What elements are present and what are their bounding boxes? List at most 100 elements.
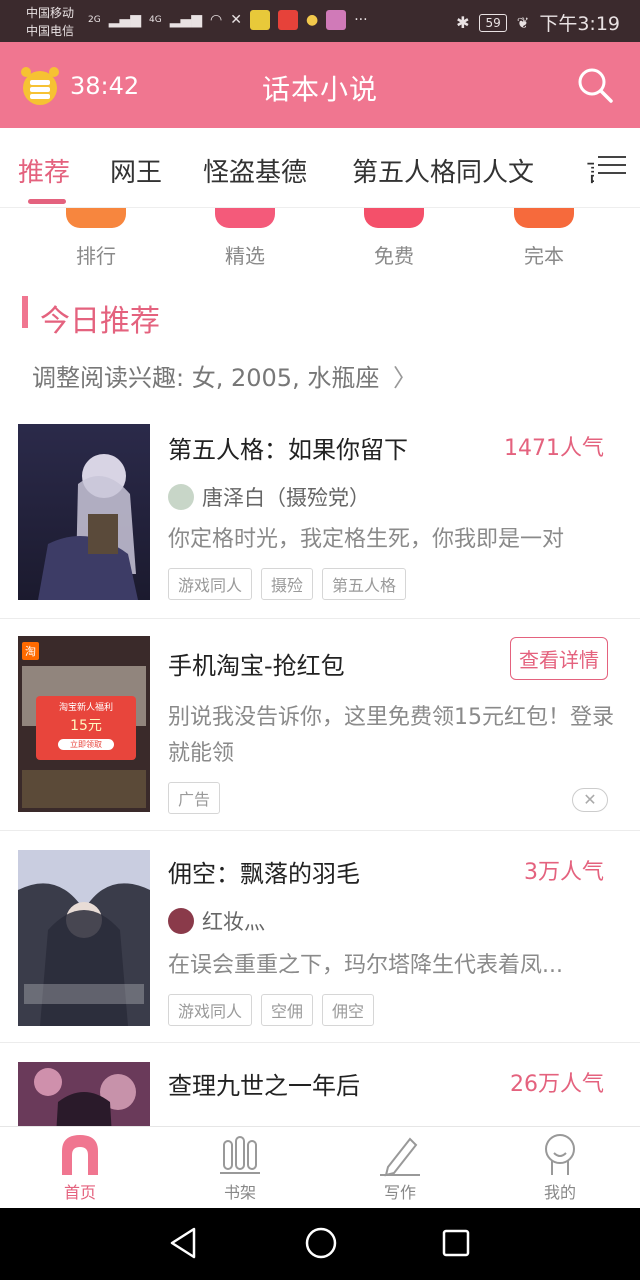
ad-cover[interactable]: 淘 淘宝新人福利 15元 立即领取 <box>18 636 150 812</box>
nav-label: 书架 <box>223 1183 256 1202</box>
ranking-icon <box>66 208 126 228</box>
book-tag[interactable]: 第五人格 <box>322 568 407 600</box>
book-tag[interactable]: 游戏同人 <box>168 994 253 1026</box>
book-description: 在误会重重之下，玛尔塔降生代表着凤... <box>168 953 563 978</box>
shortcut-ranking[interactable]: 排行 <box>36 208 156 269</box>
bluetooth-icon: ✱ <box>456 13 470 32</box>
profile-icon <box>545 1134 575 1175</box>
app-notification-icon <box>249 10 270 30</box>
tab-recommend[interactable]: 推荐 <box>18 152 70 189</box>
nav-bookshelf[interactable]: 书架 <box>160 1133 320 1203</box>
author-row[interactable]: 唐泽白（摄殓党） <box>168 482 370 512</box>
ad-tag-list: 广告 <box>168 782 221 814</box>
book-title[interactable]: 佣空：飘落的羽毛 <box>168 854 360 889</box>
shortcut-label: 完本 <box>524 244 564 268</box>
recents-icon[interactable] <box>441 1226 471 1260</box>
book-tag[interactable]: 游戏同人 <box>168 568 253 600</box>
tag-list: 游戏同人 空佣 佣空 <box>168 994 375 1026</box>
battery-indicator: 59 <box>479 13 507 32</box>
book-tag[interactable]: 摄殓 <box>261 568 314 600</box>
book-title[interactable]: 第五人格：如果你留下 <box>168 430 408 465</box>
interest-value: 女, 2005, 水瓶座 <box>191 364 380 392</box>
book-tag[interactable]: 空佣 <box>261 994 314 1026</box>
network-type-2: 4G <box>149 15 162 25</box>
ad-label: 广告 <box>168 782 221 814</box>
red-packet: 淘宝新人福利 15元 立即领取 <box>36 696 136 760</box>
status-icons: 2G ▂▄▆ 4G ▂▄▆ ◠ ✕ ● ··· <box>88 10 368 30</box>
status-bar: 中国移动 中国电信 2G ▂▄▆ 4G ▂▄▆ ◠ ✕ ● ··· ✱ 59 ❦… <box>0 0 640 42</box>
category-tabs: 推荐 网王 怪盗基德 第五人格同人文 言 <box>0 128 640 208</box>
section-title: 今日推荐 <box>40 304 160 339</box>
signal-icon: ▂▄▆ <box>108 12 142 28</box>
clock: 下午3:19 <box>539 13 620 35</box>
close-ad-icon[interactable]: ✕ <box>572 788 608 812</box>
tab-menu-icon[interactable] <box>594 150 630 184</box>
red-packet-amount: 15元 <box>70 718 102 734</box>
popularity-count: 26万人气 <box>510 1072 604 1097</box>
home-circle-icon[interactable] <box>304 1226 338 1260</box>
tag-list: 游戏同人 摄殓 第五人格 <box>168 568 407 600</box>
author-name: 唐泽白（摄殓党） <box>202 486 370 510</box>
book-tag[interactable]: 佣空 <box>322 994 375 1026</box>
network-type-1: 2G <box>88 15 101 25</box>
popularity-count: 1471人气 <box>504 436 604 461</box>
popularity-count: 3万人气 <box>524 860 604 885</box>
book-title[interactable]: 查理九世之一年后 <box>168 1066 360 1101</box>
interest-prefix: 调整阅读兴趣: <box>32 364 185 392</box>
book-item[interactable]: 佣空：飘落的羽毛 3万人气 红妆灬 在误会重重之下，玛尔塔降生代表着凤... 游… <box>0 832 640 1043</box>
page-title: 话本小说 <box>261 73 378 106</box>
leaf-icon: ❦ <box>516 13 530 32</box>
system-navigation-bar <box>0 1208 640 1280</box>
nav-write[interactable]: 写作 <box>320 1133 480 1203</box>
active-tab-indicator <box>28 199 66 204</box>
author-name: 红妆灬 <box>202 910 265 934</box>
search-icon[interactable] <box>576 66 614 104</box>
tab-kaito-kid[interactable]: 怪盗基德 <box>203 152 307 189</box>
nav-label: 我的 <box>543 1183 576 1202</box>
book-item[interactable]: 第五人格：如果你留下 1471人气 唐泽白（摄殓党） 你定格时光，我定格生死，你… <box>0 408 640 619</box>
bulb-icon: ● <box>305 12 319 28</box>
reading-interest-link[interactable]: 调整阅读兴趣: 女, 2005, 水瓶座 〉 <box>32 358 417 393</box>
tab-identity-v-fanfic[interactable]: 第五人格同人文 <box>352 152 534 189</box>
bookshelf-icon <box>220 1136 260 1174</box>
shortcut-label: 精选 <box>225 244 265 268</box>
red-packet-button: 立即领取 <box>58 739 114 750</box>
shortcut-row: 排行 精选 免费 完本 <box>0 208 640 280</box>
more-icon: ··· <box>354 12 368 28</box>
pen-icon <box>380 1137 420 1177</box>
book-item[interactable]: 查理九世之一年后 26万人气 <box>0 1044 640 1126</box>
nav-label: 写作 <box>383 1183 416 1202</box>
view-details-button[interactable]: 查看详情 <box>510 637 608 680</box>
chevron-right-icon: 〉 <box>392 364 417 392</box>
taobao-logo: 淘 <box>22 642 39 660</box>
status-right: ✱ 59 ❦ 下午3:19 <box>456 9 620 36</box>
completed-icon <box>514 208 574 228</box>
tab-prince-of-tennis[interactable]: 网王 <box>110 152 162 189</box>
book-cover[interactable] <box>18 850 150 1026</box>
shortcut-free[interactable]: 免费 <box>334 208 454 269</box>
book-cover[interactable] <box>18 424 150 600</box>
ad-title[interactable]: 手机淘宝-抢红包 <box>168 646 345 681</box>
notification-icon: ✕ <box>230 12 242 28</box>
free-icon <box>364 208 424 228</box>
app-notification-icon <box>326 10 347 30</box>
nav-home[interactable]: 首页 <box>0 1133 160 1203</box>
nav-label: 首页 <box>63 1183 96 1202</box>
carriers: 中国移动 中国电信 <box>26 4 74 40</box>
red-packet-text: 淘宝新人福利 <box>58 703 113 713</box>
back-icon[interactable] <box>168 1226 198 1260</box>
shortcut-featured[interactable]: 精选 <box>185 208 305 269</box>
carrier-2: 中国电信 <box>26 24 75 38</box>
ad-description: 别说我没告诉你，这里免费领15元红包！登录就能领 <box>168 705 614 766</box>
book-cover[interactable] <box>18 1062 150 1126</box>
signal-icon: ▂▄▆ <box>169 12 203 28</box>
carrier-1: 中国移动 <box>26 6 75 20</box>
author-row[interactable]: 红妆灬 <box>168 906 265 936</box>
bottom-navigation: 首页 书架 写作 我的 <box>0 1126 640 1208</box>
ad-item[interactable]: 淘 淘宝新人福利 15元 立即领取 手机淘宝-抢红包 查看详情 别说我没告诉你，… <box>0 620 640 831</box>
author-avatar <box>168 484 194 510</box>
author-avatar <box>168 908 194 934</box>
nav-profile[interactable]: 我的 <box>480 1133 640 1203</box>
home-icon <box>62 1135 98 1175</box>
shortcut-completed[interactable]: 完本 <box>484 208 604 269</box>
